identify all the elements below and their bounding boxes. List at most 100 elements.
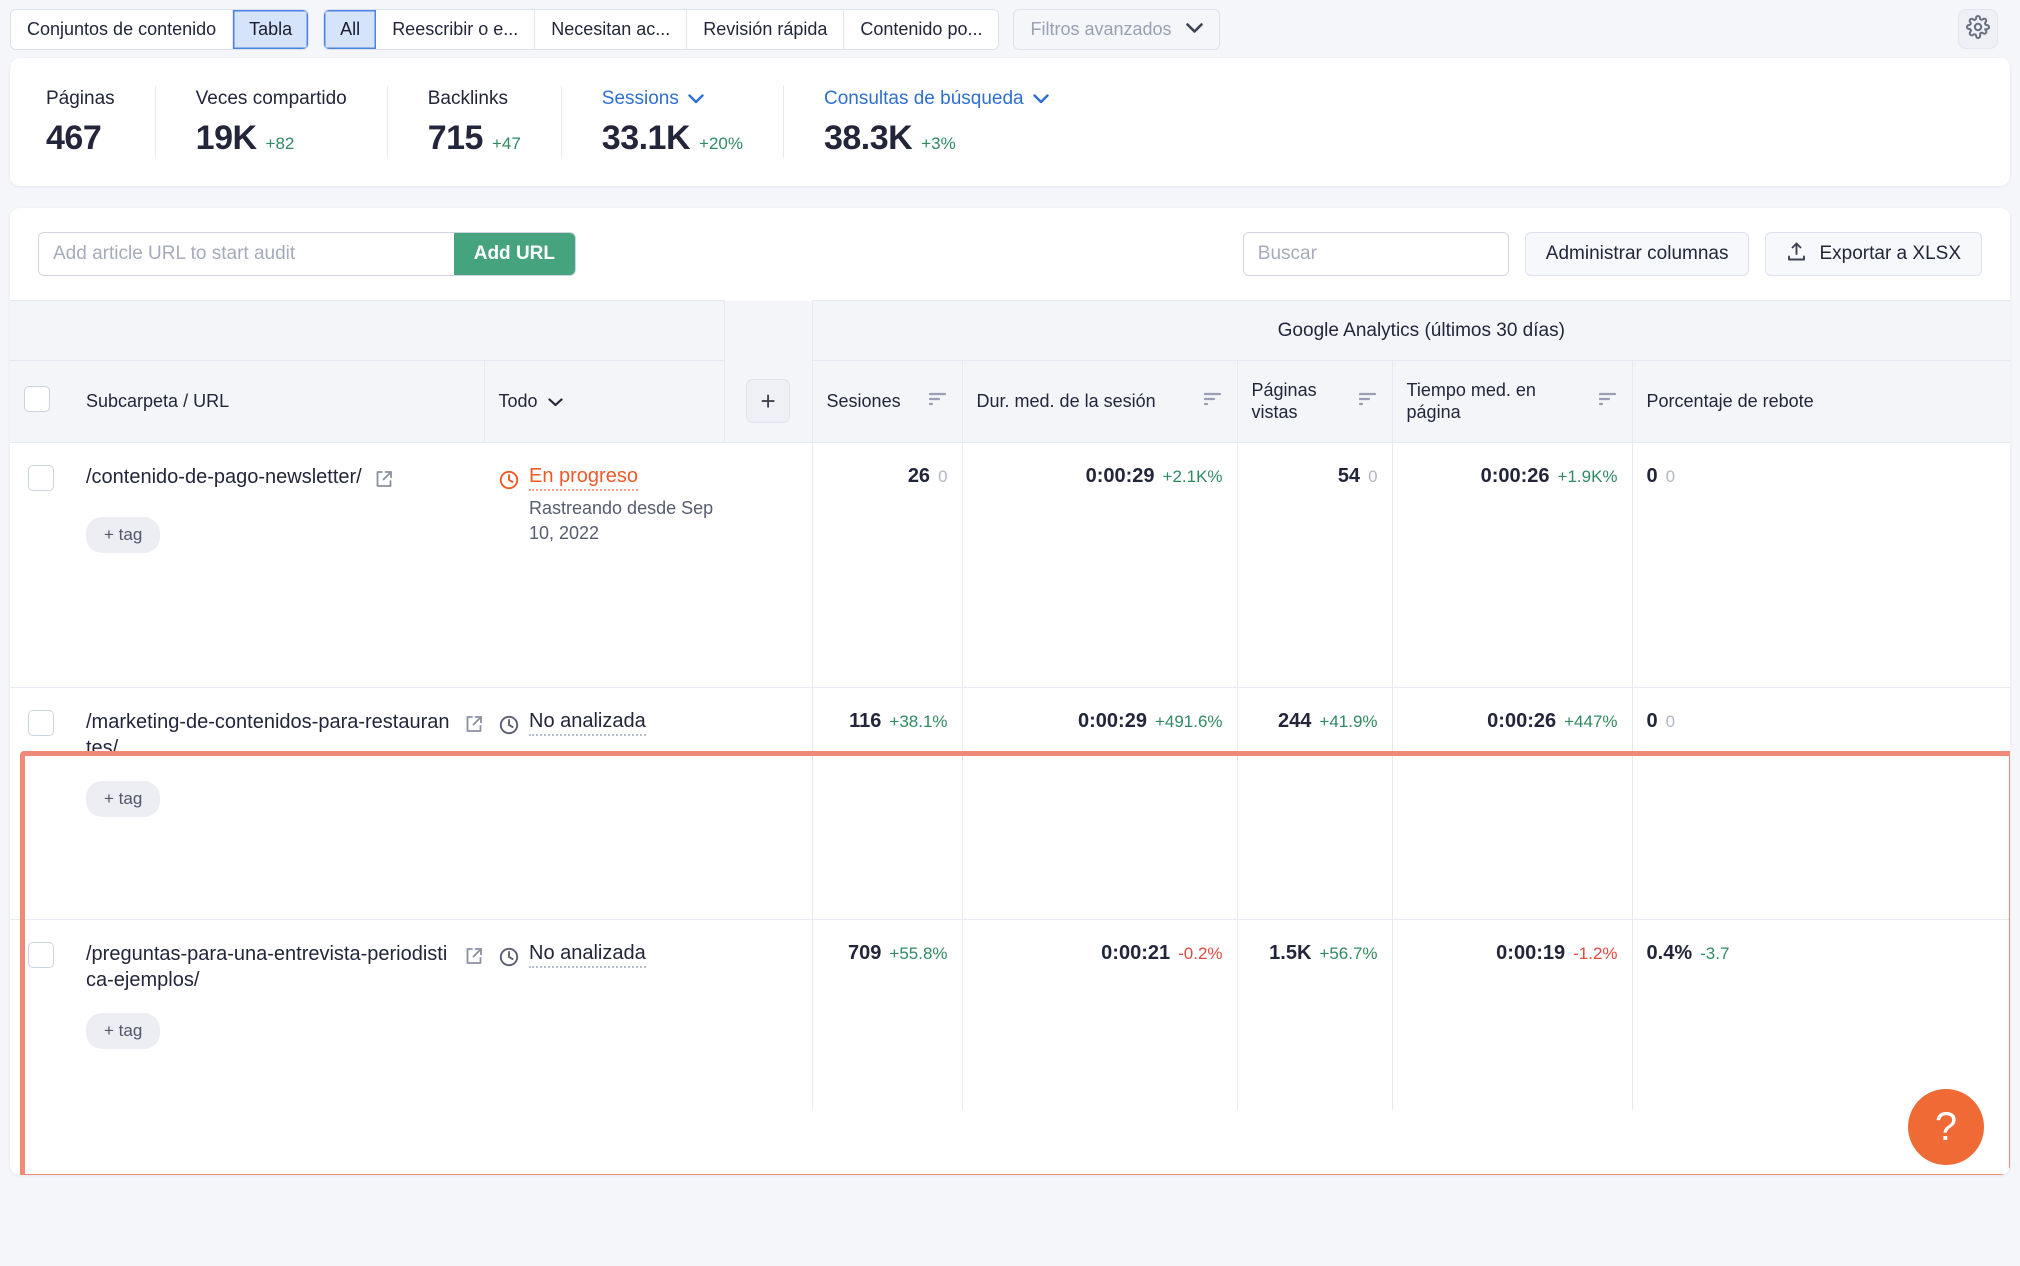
advanced-filters-dropdown[interactable]: Filtros avanzados xyxy=(1013,8,1220,50)
column-header-paginas-vistas[interactable]: Páginas vistas xyxy=(1236,360,1393,443)
metric-value: 0:00:26 xyxy=(1487,710,1557,732)
metric-delta: +491.6% xyxy=(1154,712,1223,731)
metric-tiempo-medio: 0:00:26 +447% xyxy=(1391,687,1633,920)
row-url-label[interactable]: /marketing-de-contenidos-para-restaurant… xyxy=(86,710,452,761)
metric-delta: -1.2% xyxy=(1573,944,1618,963)
column-header-status-label: Todo xyxy=(498,391,538,411)
sort-icon[interactable] xyxy=(1203,391,1223,412)
stat-value: 467 xyxy=(46,119,102,157)
add-tag-button[interactable]: + tag xyxy=(86,781,161,818)
column-label: Sesiones xyxy=(826,390,901,411)
stat-row: 19K +82 xyxy=(196,119,347,158)
tab-revision-rapida[interactable]: Revisión rápida xyxy=(687,9,845,49)
external-link-icon[interactable] xyxy=(374,469,394,497)
row-url-label[interactable]: /preguntas-para-una-entrevista-periodist… xyxy=(86,942,452,993)
stat-delta: +3% xyxy=(921,134,956,153)
metric-delta: +56.7% xyxy=(1319,944,1378,963)
status-badge[interactable]: En progreso xyxy=(529,465,724,491)
table-toolbar: Add URL Administrar columnas Exp xyxy=(10,208,2010,300)
metric-value: 0:00:29 xyxy=(1078,710,1147,732)
column-header-url[interactable]: Subcarpeta / URL xyxy=(72,360,484,443)
table-scroll-area: Google Analytics (últimos 30 días) Subca… xyxy=(10,300,2010,1110)
status-badge[interactable]: No analizada xyxy=(529,942,646,968)
upload-icon xyxy=(1786,241,1807,268)
help-button[interactable]: ? xyxy=(1908,1089,1984,1165)
row-checkbox[interactable] xyxy=(28,710,54,736)
add-column-button[interactable]: + xyxy=(746,379,791,424)
stat-paginas: Páginas 467 xyxy=(46,86,156,158)
stat-consultas-de-busqueda: Consultas de búsqueda 38.3K +3% xyxy=(784,86,1089,158)
table-header-row: Subcarpeta / URL Todo + Sesiones Dur. me… xyxy=(10,360,2010,443)
row-spacer-cell xyxy=(724,919,813,1110)
status-badge[interactable]: No analizada xyxy=(529,710,646,736)
metric-sesiones: 709 +55.8% xyxy=(811,919,963,1110)
chevron-down-icon xyxy=(1185,21,1203,38)
metric-delta: -3.7 xyxy=(1700,944,1730,963)
metric-porcentaje-rebote: 0.4% -3.7 xyxy=(1631,919,2010,1110)
metric-value: 1.5K xyxy=(1269,942,1312,964)
sort-icon[interactable] xyxy=(928,391,948,412)
table-row[interactable]: /contenido-de-pago-newsletter/ + tag En … xyxy=(10,442,2010,688)
column-label: Dur. med. de la sesión xyxy=(976,390,1156,411)
add-url-input[interactable] xyxy=(39,233,454,275)
stat-sessions-dropdown[interactable]: Sessions xyxy=(602,88,743,110)
tab-conjuntos-de-contenido[interactable]: Conjuntos de contenido xyxy=(11,9,234,49)
column-label: Tiempo med. en página xyxy=(1406,379,1536,422)
add-url-button[interactable]: Add URL xyxy=(453,233,575,275)
column-header-status[interactable]: Todo xyxy=(483,360,725,443)
status-wrap: No analizada xyxy=(498,710,724,741)
metric-value: 0:00:26 xyxy=(1480,465,1550,487)
stat-veces-compartido: Veces compartido 19K +82 xyxy=(156,86,388,158)
row-checkbox[interactable] xyxy=(28,465,54,491)
metric-delta: 0 xyxy=(938,467,948,486)
external-link-icon[interactable] xyxy=(464,946,484,974)
metric-sesiones: 26 0 xyxy=(811,442,963,688)
search-input[interactable] xyxy=(1243,233,1508,275)
metric-duracion-media: 0:00:29 +491.6% xyxy=(961,687,1238,920)
row-url-cell: /marketing-de-contenidos-para-restaurant… xyxy=(72,687,484,920)
row-checkbox[interactable] xyxy=(28,942,54,968)
manage-columns-label: Administrar columnas xyxy=(1545,243,1729,264)
sort-icon[interactable] xyxy=(1358,391,1378,412)
metric-value: 0:00:21 xyxy=(1101,942,1171,964)
row-url-label[interactable]: /contenido-de-pago-newsletter/ xyxy=(86,465,362,491)
select-all-checkbox[interactable] xyxy=(24,386,50,412)
manage-columns-button[interactable]: Administrar columnas xyxy=(1524,232,1750,276)
metric-delta: 0 xyxy=(1665,467,1676,486)
column-header-sesiones[interactable]: Sesiones xyxy=(811,360,963,443)
export-xlsx-button[interactable]: Exportar a XLSX xyxy=(1765,232,1982,276)
column-header-porcentaje-de-rebote[interactable]: Porcentaje de rebote xyxy=(1631,360,2010,443)
stat-queries-dropdown[interactable]: Consultas de búsqueda xyxy=(824,88,1049,110)
stat-label: Sessions xyxy=(601,88,679,109)
tab-reescribir-o-eliminar[interactable]: Reescribir o e... xyxy=(376,9,536,49)
tab-contenido-popular[interactable]: Contenido po... xyxy=(844,9,999,49)
settings-button[interactable] xyxy=(1958,9,1998,49)
column-header-tiempo-medio-pagina[interactable]: Tiempo med. en página xyxy=(1391,360,1633,443)
column-header-duracion-media-sesion[interactable]: Dur. med. de la sesión xyxy=(961,360,1238,443)
url-line: /marketing-de-contenidos-para-restaurant… xyxy=(86,710,484,761)
external-link-icon[interactable] xyxy=(464,714,484,742)
metric-value: 54 xyxy=(1337,465,1361,487)
metric-paginas-vistas: 244 +41.9% xyxy=(1236,687,1393,920)
row-url-cell: /contenido-de-pago-newsletter/ + tag xyxy=(72,442,484,688)
table-row[interactable]: /marketing-de-contenidos-para-restaurant… xyxy=(10,687,2010,920)
tab-tabla[interactable]: Tabla xyxy=(233,9,309,49)
add-url-group: Add URL xyxy=(38,232,576,276)
stat-label: Consultas de búsqueda xyxy=(823,88,1024,109)
clock-icon xyxy=(498,714,520,741)
stat-row: 715 +47 xyxy=(428,119,521,158)
add-tag-button[interactable]: + tag xyxy=(86,516,161,553)
status-subtext: Rastreando desde Sep 10, 2022 xyxy=(529,498,714,543)
metric-delta: +38.1% xyxy=(889,712,948,731)
tab-necesitan-actualizacion[interactable]: Necesitan ac... xyxy=(535,9,688,49)
sort-icon[interactable] xyxy=(1598,391,1618,412)
stat-label: Backlinks xyxy=(427,88,508,109)
table-row[interactable]: /preguntas-para-una-entrevista-periodist… xyxy=(10,919,2010,1110)
stat-value: 715 xyxy=(427,119,484,157)
metric-duracion-media: 0:00:21 -0.2% xyxy=(961,919,1238,1110)
metric-value: 116 xyxy=(849,710,882,732)
tab-all[interactable]: All xyxy=(324,9,377,49)
row-status-cell: En progreso Rastreando desde Sep 10, 202… xyxy=(484,442,725,688)
add-tag-button[interactable]: + tag xyxy=(86,1013,161,1050)
clock-icon xyxy=(498,469,520,496)
